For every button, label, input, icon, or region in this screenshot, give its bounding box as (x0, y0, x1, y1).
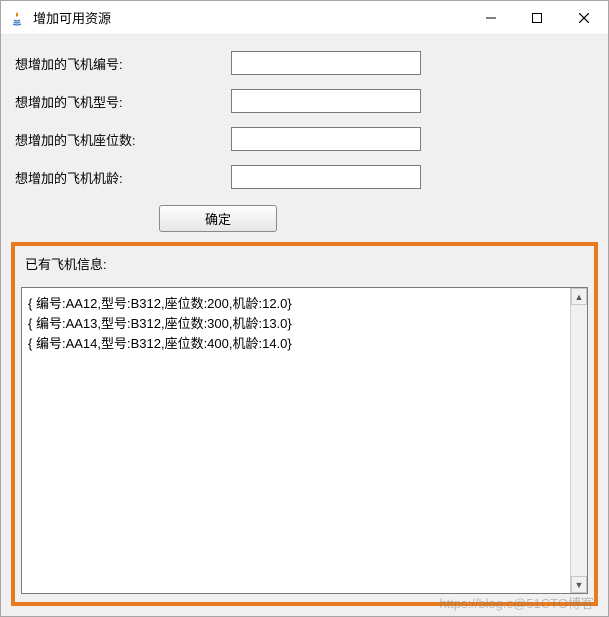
input-plane-seats[interactable] (231, 127, 421, 151)
scroll-down-button[interactable]: ▼ (571, 576, 587, 593)
row-plane-age: 想增加的飞机机龄: (11, 165, 598, 189)
existing-content: { 编号:AA12,型号:B312,座位数:200,机龄:12.0} { 编号:… (22, 288, 570, 593)
row-plane-seats: 想增加的飞机座位数: (11, 127, 598, 151)
label-plane-model: 想增加的飞机型号: (11, 92, 231, 111)
client-area: 想增加的飞机编号: 想增加的飞机型号: 想增加的飞机座位数: 想增加的飞机机龄:… (1, 35, 608, 616)
row-plane-id: 想增加的飞机编号: (11, 51, 598, 75)
titlebar: 增加可用资源 (1, 1, 608, 35)
close-button[interactable] (560, 1, 608, 34)
input-plane-model[interactable] (231, 89, 421, 113)
minimize-button[interactable] (468, 1, 514, 34)
existing-textarea[interactable]: { 编号:AA12,型号:B312,座位数:200,机龄:12.0} { 编号:… (21, 287, 588, 594)
existing-section: 已有飞机信息: { 编号:AA12,型号:B312,座位数:200,机龄:12.… (11, 242, 598, 606)
app-window: 增加可用资源 想增加的飞机编号: 想增加的飞机型号: 想增加的飞机座位数: (0, 0, 609, 617)
scrollbar-vertical[interactable]: ▲ ▼ (570, 288, 587, 593)
submit-row: 确定 (11, 205, 598, 232)
java-icon (9, 10, 25, 26)
row-plane-model: 想增加的飞机型号: (11, 89, 598, 113)
window-controls (468, 1, 608, 34)
label-plane-age: 想增加的飞机机龄: (11, 168, 231, 187)
label-plane-seats: 想增加的飞机座位数: (11, 130, 231, 149)
input-plane-id[interactable] (231, 51, 421, 75)
maximize-button[interactable] (514, 1, 560, 34)
label-plane-id: 想增加的飞机编号: (11, 54, 231, 73)
scroll-up-button[interactable]: ▲ (571, 288, 587, 305)
submit-button[interactable]: 确定 (159, 205, 277, 232)
window-title: 增加可用资源 (33, 8, 468, 27)
existing-label: 已有飞机信息: (21, 254, 588, 273)
input-plane-age[interactable] (231, 165, 421, 189)
